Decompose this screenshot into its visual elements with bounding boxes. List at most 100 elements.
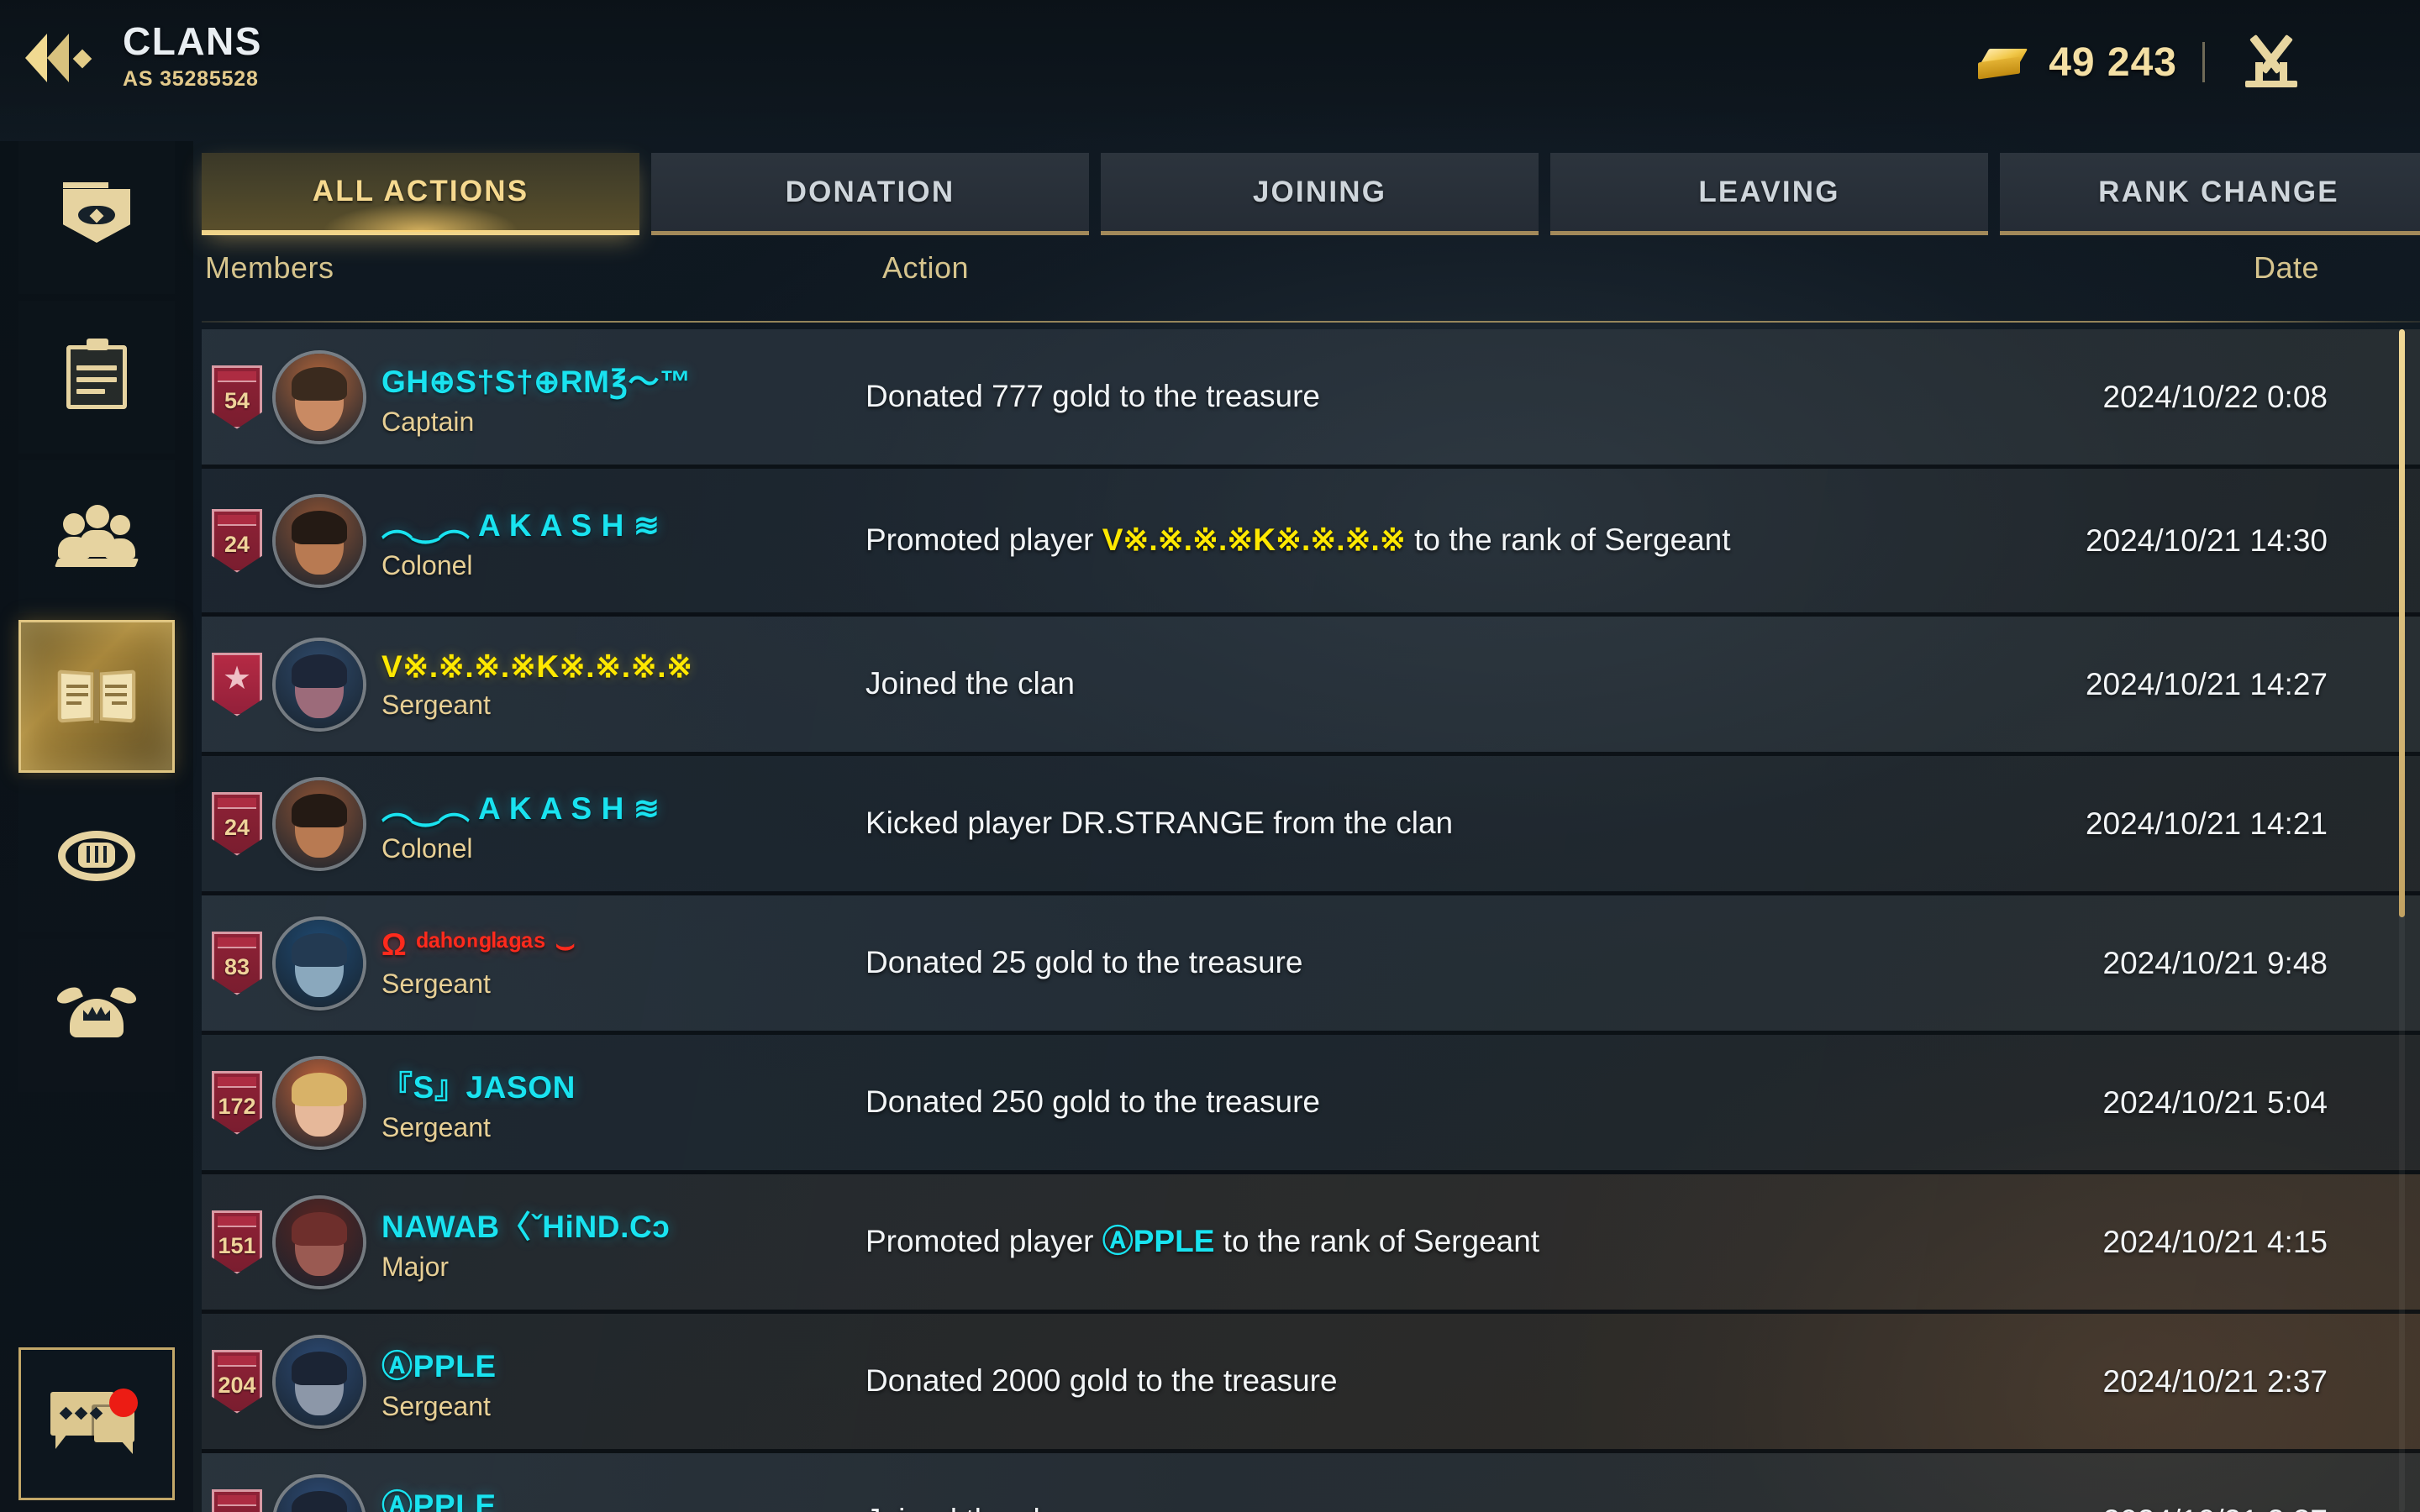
tab-all-actions[interactable]: ALL ACTIONS bbox=[202, 153, 639, 235]
player-rank: Colonel bbox=[381, 833, 473, 864]
sidebar-item-members[interactable] bbox=[18, 460, 175, 613]
avatar[interactable] bbox=[276, 780, 363, 868]
level-badge: 204 bbox=[212, 1488, 262, 1512]
table-row[interactable]: 24 ︵‿︵ A K A S H ≋ Colonel Promoted player … bbox=[202, 469, 2420, 617]
title-block: CLANS AS 35285528 bbox=[123, 18, 262, 92]
table-row[interactable]: 54 GH⊕S†S†⊕RM℥〜™ Captain Donated 777 gold t… bbox=[202, 329, 2420, 469]
back-chevrons-icon[interactable] bbox=[25, 27, 104, 89]
left-sidebar bbox=[0, 141, 193, 1512]
action-text: Promoted player V※.※.※.※K※.※.※.※ to the … bbox=[865, 522, 1731, 558]
player-name: Ω ᵈᵃʰᵒⁿᵍˡᵃᵍᵃˢ ⌣ bbox=[381, 927, 576, 962]
gold-counter[interactable]: 49 243 bbox=[1975, 34, 2302, 87]
avatar-hair bbox=[292, 1212, 347, 1247]
name-block: ⒶPPLESergeant bbox=[381, 1480, 497, 1512]
player-rank: Major bbox=[381, 1252, 450, 1282]
player-rank: Sergeant bbox=[381, 968, 491, 999]
avatar-hair bbox=[292, 933, 347, 968]
column-header-members: Members bbox=[205, 250, 334, 285]
fist-arena-icon bbox=[56, 816, 137, 896]
player-name: 『S』JASON bbox=[381, 1070, 576, 1105]
tab-label: JOINING bbox=[1252, 175, 1387, 208]
badge-cap bbox=[218, 1215, 256, 1227]
chat-button[interactable] bbox=[18, 1347, 175, 1500]
star-icon: ★ bbox=[222, 660, 252, 696]
avatar[interactable] bbox=[276, 1058, 363, 1147]
level-number: 54 bbox=[224, 388, 250, 413]
action-log-list[interactable]: 54 GH⊕S†S†⊕RM℥〜™ Captain Donated 777 gold t… bbox=[202, 329, 2420, 1512]
sidebar-item-clan-banner[interactable] bbox=[18, 141, 175, 294]
action-text: Joined the clan bbox=[865, 666, 1075, 701]
player-rank: Sergeant bbox=[381, 1391, 491, 1421]
avatar[interactable] bbox=[276, 1337, 363, 1425]
sidebar-item-clipboard[interactable] bbox=[18, 301, 175, 454]
rank-star-badge: ★ bbox=[212, 652, 262, 717]
level-badge: 172 bbox=[212, 1070, 262, 1135]
level-number: 24 bbox=[224, 532, 250, 557]
avatar[interactable] bbox=[276, 353, 363, 441]
member-cell: 83 Ω ᵈᵃʰᵒⁿᵍˡᵃᵍᵃˢ ⌣ Sergeant bbox=[202, 919, 865, 1007]
member-cell: 204ⒶPPLESergeant bbox=[202, 1337, 865, 1425]
avatar[interactable] bbox=[276, 919, 363, 1007]
tab-label: DONATION bbox=[785, 175, 955, 208]
action-text: Donated 250 gold to the treasure bbox=[865, 1084, 1320, 1120]
level-number: 172 bbox=[218, 1094, 256, 1119]
name-block: Ω ᵈᵃʰᵒⁿᵍˡᵃᵍᵃˢ ⌣ Sergeant bbox=[381, 927, 576, 1000]
level-number: 83 bbox=[224, 954, 250, 979]
action-player-name: V※.※.※.※K※.※.※.※ bbox=[1102, 522, 1406, 558]
sidebar-item-arena[interactable] bbox=[18, 780, 175, 932]
member-cell: 24 ︵‿︵ A K A S H ≋ Colonel bbox=[202, 780, 865, 868]
member-cell: 204 ⒶPPLESergeant bbox=[202, 1477, 865, 1512]
action-date: 2024/10/21 2:37 bbox=[1865, 1504, 2420, 1512]
tab-donation[interactable]: DONATION bbox=[651, 153, 1089, 235]
gold-amount: 49 243 bbox=[2049, 39, 2177, 85]
level-number: 151 bbox=[218, 1233, 256, 1258]
scrollbar-track[interactable] bbox=[2399, 329, 2405, 1512]
sidebar-item-ranking[interactable] bbox=[18, 939, 175, 1092]
action-text: Kicked player DR.STRANGE from the clan bbox=[865, 806, 1454, 841]
table-row[interactable]: 204 ⒶPPLE Sergeant Donated 2000 gold to the… bbox=[202, 1314, 2420, 1453]
level-number: 24 bbox=[224, 815, 250, 840]
level-badge: 83 bbox=[212, 931, 262, 995]
avatar-hair bbox=[292, 1073, 347, 1107]
name-block: ︵‿︵ A K A S H ≋ Colonel bbox=[381, 500, 660, 581]
avatar[interactable] bbox=[276, 1477, 363, 1512]
level-badge: 24 bbox=[212, 791, 262, 856]
avatar[interactable] bbox=[276, 496, 363, 585]
scrollbar-thumb[interactable] bbox=[2399, 329, 2405, 917]
table-row[interactable]: 83 Ω ᵈᵃʰᵒⁿᵍˡᵃᵍᵃˢ ⌣ Sergeant Donated 25 gold… bbox=[202, 895, 2420, 1035]
column-headers: Members Action Date bbox=[202, 250, 2420, 316]
avatar-hair bbox=[292, 367, 347, 402]
tab-label: LEAVING bbox=[1698, 175, 1840, 208]
table-row[interactable]: 204 ⒶPPLESergeant Joined the clan2024/10/2… bbox=[202, 1453, 2420, 1512]
member-cell: 151 NAWAB〈ˇHiND.Cɔ Major bbox=[202, 1198, 865, 1286]
tab-rank-change[interactable]: RANK CHANGE bbox=[2000, 153, 2420, 235]
action-date: 2024/10/21 9:48 bbox=[2102, 945, 2328, 980]
top-bar: CLANS AS 35285528 49 243 bbox=[0, 0, 2420, 141]
player-rank: Sergeant bbox=[381, 1112, 491, 1142]
tab-label: ALL ACTIONS bbox=[312, 175, 529, 207]
badge-cap bbox=[218, 1076, 256, 1088]
tab-leaving[interactable]: LEAVING bbox=[1550, 153, 1988, 235]
home-icon[interactable] bbox=[2240, 34, 2302, 87]
divider bbox=[2202, 42, 2205, 82]
badge-cap bbox=[218, 514, 256, 526]
avatar-hair bbox=[292, 654, 347, 689]
level-badge: 54 bbox=[212, 365, 262, 429]
action-text: Donated 25 gold to the treasure bbox=[865, 945, 1303, 980]
table-row[interactable]: 151 NAWAB〈ˇHiND.Cɔ Major Promoted player ⒶP… bbox=[202, 1174, 2420, 1314]
action-date: 2024/10/21 4:15 bbox=[2102, 1224, 2328, 1259]
action-date: 2024/10/21 14:27 bbox=[2085, 666, 2328, 701]
avatar[interactable] bbox=[276, 1198, 363, 1286]
clan-banner-icon bbox=[56, 177, 137, 258]
table-row[interactable]: ★ V※.※.※.※K※.※.※.※ Sergeant Joined the clan… bbox=[202, 617, 2420, 756]
player-name: ︵‿︵ A K A S H ≋ bbox=[381, 508, 660, 543]
sidebar-item-logbook[interactable] bbox=[18, 620, 175, 773]
crown-laurel-icon bbox=[55, 975, 139, 1056]
avatar[interactable] bbox=[276, 640, 363, 728]
table-row[interactable]: 172 『S』JASON Sergeant Donated 250 gold to t… bbox=[202, 1035, 2420, 1174]
level-badge: 151 bbox=[212, 1210, 262, 1274]
table-row[interactable]: 24 ︵‿︵ A K A S H ≋ Colonel Kicked player DR… bbox=[202, 756, 2420, 895]
clans-log-screen: CLANS AS 35285528 49 243 ALL ACTIONS DON… bbox=[0, 0, 2420, 1512]
tab-joining[interactable]: JOINING bbox=[1101, 153, 1539, 235]
action-text: Joined the clan bbox=[865, 1501, 1865, 1512]
